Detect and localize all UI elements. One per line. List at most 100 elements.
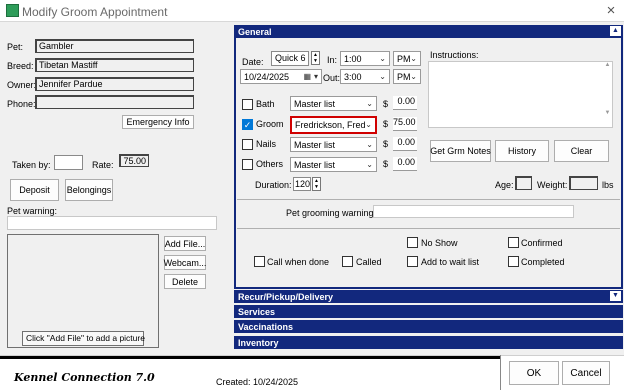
- called-checkbox[interactable]: [342, 256, 353, 267]
- in-label: In:: [327, 55, 338, 65]
- pet-warning-field[interactable]: [7, 216, 217, 230]
- duration-spinner[interactable]: ▲ ▼: [312, 177, 321, 191]
- date-type-field[interactable]: Quick 6: [271, 51, 309, 66]
- age-value: [515, 176, 532, 190]
- deposit-button[interactable]: Deposit: [10, 179, 59, 201]
- clear-button[interactable]: Clear: [554, 140, 609, 162]
- pet-value: Gambler: [35, 39, 194, 53]
- pet-grooming-warning-field[interactable]: [373, 205, 574, 218]
- webcam-button[interactable]: Webcam...: [164, 255, 206, 270]
- instructions-scrollbar[interactable]: ▲ ▼: [603, 62, 612, 127]
- history-button[interactable]: History: [495, 140, 549, 162]
- in-ampm-select[interactable]: PM ⌄: [393, 51, 421, 66]
- date-value: 10/24/2025: [244, 71, 290, 82]
- nails-staff-select[interactable]: Master list ⌄: [290, 137, 377, 152]
- rate-value: 75.00: [119, 154, 149, 167]
- general-header-label: General: [238, 26, 272, 37]
- groom-checkbox[interactable]: ✓: [242, 119, 253, 130]
- breed-label: Breed:: [7, 61, 34, 71]
- chevron-down-icon[interactable]: ⌄: [366, 140, 373, 149]
- no-show-label: No Show: [421, 238, 458, 248]
- divider: [500, 355, 501, 390]
- taken-by-field[interactable]: [54, 155, 83, 170]
- bath-currency: $: [383, 99, 389, 109]
- pet-grooming-warning-label: Pet grooming warning:: [286, 208, 377, 218]
- weight-label: Weight:: [537, 180, 568, 190]
- chevron-down-icon[interactable]: ⌄: [379, 72, 386, 81]
- add-file-button[interactable]: Add File...: [164, 236, 206, 251]
- vaccinations-header[interactable]: Vaccinations: [234, 320, 623, 333]
- inventory-header-label: Inventory: [238, 337, 279, 348]
- no-show-checkbox[interactable]: [407, 237, 418, 248]
- pet-warning-label: Pet warning:: [7, 206, 58, 216]
- emergency-info-button[interactable]: Emergency Info: [122, 115, 194, 129]
- chevron-down-icon[interactable]: ▼: [610, 291, 621, 301]
- nails-checkbox[interactable]: [242, 139, 253, 150]
- chevron-down-icon[interactable]: ⌄: [366, 99, 373, 108]
- bath-staff-select[interactable]: Master list ⌄: [290, 96, 377, 111]
- confirmed-label: Confirmed: [521, 238, 563, 248]
- call-when-done-checkbox[interactable]: [254, 256, 265, 267]
- out-time-value: 3:00: [344, 71, 362, 82]
- window-title: Modify Groom Appointment: [22, 5, 168, 19]
- inventory-header[interactable]: Inventory: [234, 336, 623, 349]
- services-header[interactable]: Services: [234, 305, 623, 318]
- age-label: Age:: [495, 180, 514, 190]
- ok-button[interactable]: OK: [509, 361, 559, 385]
- groom-price[interactable]: 75.00: [393, 117, 417, 131]
- recur-header-label: Recur/Pickup/Delivery: [238, 291, 334, 302]
- others-checkbox[interactable]: [242, 159, 253, 170]
- instructions-field[interactable]: [428, 61, 613, 128]
- services-header-label: Services: [238, 306, 276, 317]
- duration-field[interactable]: 120: [293, 177, 311, 191]
- nails-price[interactable]: 0.00: [393, 137, 417, 151]
- general-header[interactable]: General ▲: [234, 25, 623, 38]
- chevron-down-icon[interactable]: ▾: [314, 72, 318, 81]
- out-ampm-select[interactable]: PM ⌄: [393, 69, 421, 84]
- chevron-down-icon[interactable]: ⌄: [410, 72, 417, 81]
- bath-checkbox[interactable]: [242, 99, 253, 110]
- date-type-spinner[interactable]: ▲ ▼: [311, 51, 320, 65]
- others-price[interactable]: 0.00: [393, 157, 417, 171]
- bath-staff-value: Master list: [294, 98, 336, 109]
- groom-currency: $: [383, 119, 389, 129]
- bath-price[interactable]: 0.00: [393, 96, 417, 110]
- recur-pickup-delivery-header[interactable]: Recur/Pickup/Delivery ▼: [234, 290, 623, 303]
- divider: [0, 356, 500, 359]
- date-label: Date:: [242, 57, 264, 67]
- brand-logo: Kennel Connection 7.0: [14, 371, 155, 384]
- out-time-select[interactable]: 3:00 ⌄: [340, 69, 390, 84]
- date-picker[interactable]: 10/24/2025 ▦ ▾: [240, 69, 322, 84]
- chevron-down-icon[interactable]: ⌄: [410, 54, 417, 63]
- others-staff-select[interactable]: Master list ⌄: [290, 157, 377, 172]
- get-grm-notes-button[interactable]: Get Grm Notes: [430, 140, 491, 162]
- phone-value[interactable]: [35, 95, 194, 109]
- phone-label: Phone:: [7, 99, 36, 109]
- bath-label: Bath: [256, 99, 275, 109]
- chevron-down-icon[interactable]: ⌄: [379, 54, 386, 63]
- nails-staff-value: Master list: [294, 139, 336, 150]
- in-time-select[interactable]: 1:00 ⌄: [340, 51, 390, 66]
- created-label: Created: 10/24/2025: [216, 377, 299, 387]
- out-label: Out:: [323, 73, 341, 83]
- groom-staff-select[interactable]: Fredrickson, Fred ⌄: [290, 116, 377, 134]
- groom-label: Groom: [256, 119, 284, 129]
- nails-currency: $: [383, 139, 389, 149]
- in-time-value: 1:00: [344, 53, 362, 64]
- others-currency: $: [383, 159, 389, 169]
- delete-button[interactable]: Delete: [164, 274, 206, 289]
- call-when-done-label: Call when done: [267, 257, 330, 267]
- add-to-wait-list-checkbox[interactable]: [407, 256, 418, 267]
- completed-checkbox[interactable]: [508, 256, 519, 267]
- owner-label: Owner:: [7, 80, 37, 90]
- confirmed-checkbox[interactable]: [508, 237, 519, 248]
- calendar-icon[interactable]: ▦: [303, 72, 311, 81]
- weight-value: [569, 176, 598, 190]
- cancel-button[interactable]: Cancel: [562, 361, 610, 385]
- close-icon[interactable]: ×: [602, 2, 620, 20]
- chevron-down-icon[interactable]: ⌄: [366, 160, 373, 169]
- chevron-up-icon[interactable]: ▲: [610, 26, 621, 36]
- chevron-down-icon[interactable]: ⌄: [365, 120, 372, 129]
- duration-label: Duration:: [255, 180, 292, 190]
- belongings-button[interactable]: Belongings: [65, 179, 113, 201]
